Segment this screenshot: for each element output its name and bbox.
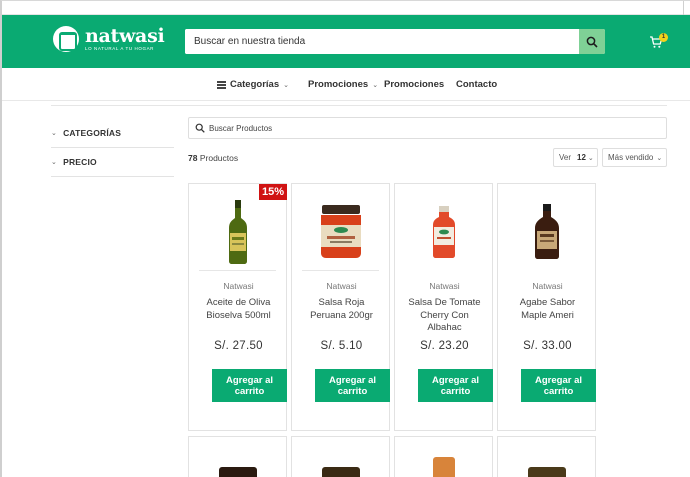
product-title[interactable]: Salsa Roja Peruana 200gr	[302, 297, 381, 322]
logo-icon	[53, 26, 79, 52]
salsa-jar-image	[320, 205, 361, 258]
card-separator	[508, 270, 585, 271]
add-to-cart-button[interactable]: Agregar al carrito	[521, 369, 596, 402]
nav-item-label: Contacto	[456, 79, 498, 90]
product-card[interactable]: Natwasi Salsa Roja Peruana 200gr S/. 5.1…	[291, 183, 390, 431]
search-button[interactable]	[579, 29, 605, 54]
product-card[interactable]: Natwasi Agabe Sabor Maple Ameri S/. 33.0…	[497, 183, 596, 431]
olive-oil-bottle-image	[228, 200, 247, 264]
nav-item-label: Promociones	[384, 79, 445, 90]
product-price: S/. 33.00	[523, 340, 572, 352]
nav-item-contacto[interactable]: Contacto	[456, 79, 497, 90]
page: natwasi LO NATURAL A TU HOGAR 1 Categorí…	[0, 0, 690, 477]
sort-select[interactable]: Más vendido ⌄	[602, 148, 667, 167]
chevron-down-icon: ⌄	[283, 81, 289, 89]
logo-tagline: LO NATURAL A TU HOGAR	[85, 45, 155, 51]
product-count-label: Productos	[199, 153, 239, 163]
discount-badge: 15%	[259, 184, 287, 200]
filter-categorias[interactable]: ⌄ CATEGORÍAS	[51, 119, 174, 148]
tomato-sauce-bottle-image	[432, 206, 455, 258]
add-to-cart-button[interactable]: Agregar al carrito	[315, 369, 390, 402]
add-to-cart-button[interactable]: Agregar al carrito	[212, 369, 287, 402]
product-price: S/. 23.20	[420, 340, 469, 352]
search-icon	[195, 123, 205, 133]
product-search	[188, 117, 667, 139]
product-card[interactable]	[497, 436, 596, 477]
product-image[interactable]	[219, 467, 257, 477]
product-price: S/. 27.50	[214, 340, 263, 352]
sort-value: Más vendido	[608, 153, 654, 162]
chevron-down-icon: ⌄	[656, 154, 663, 162]
product-title[interactable]: Agabe Sabor Maple Ameri	[508, 297, 587, 322]
content-divider	[51, 105, 667, 106]
main-nav: Categorías ⌄ Promociones ⌄ Promociones C…	[2, 68, 690, 101]
product-image[interactable]	[433, 457, 455, 477]
product-image[interactable]	[199, 196, 276, 268]
product-image[interactable]	[405, 196, 482, 268]
cart-button[interactable]: 1	[649, 33, 668, 51]
product-image[interactable]	[508, 196, 585, 268]
cart-count-badge: 1	[659, 33, 668, 42]
chevron-down-icon: ⌄	[372, 81, 379, 89]
filter-sidebar: ⌄ CATEGORÍAS ⌄ PRECIO	[51, 119, 174, 177]
product-brand: Natwasi	[532, 281, 563, 291]
chevron-down-icon: ⌄	[51, 159, 58, 166]
logo[interactable]: natwasi LO NATURAL A TU HOGAR	[53, 24, 165, 52]
product-count-number: 78	[188, 153, 198, 163]
product-card[interactable]	[188, 436, 287, 477]
per-page-label: Ver	[559, 153, 572, 162]
product-brand: Natwasi	[429, 281, 460, 291]
filter-label: PRECIO	[63, 157, 97, 167]
nav-item-label: Categorías	[230, 79, 280, 90]
nav-item-label: Promociones	[308, 79, 369, 90]
nav-item-promociones[interactable]: Promociones	[384, 79, 444, 90]
add-to-cart-button[interactable]: Agregar al carrito	[418, 369, 493, 402]
product-card[interactable]: Natwasi Salsa De Tomate Cherry Con Albah…	[394, 183, 493, 431]
search-icon	[586, 36, 598, 48]
store-search-input[interactable]	[185, 29, 579, 54]
product-card[interactable]	[291, 436, 390, 477]
product-brand: Natwasi	[326, 281, 357, 291]
product-card[interactable]: 15% Natwasi Aceite de Oliva Bioselva 500…	[188, 183, 287, 431]
card-separator	[302, 270, 379, 271]
per-page-value: 12	[577, 153, 586, 162]
agave-syrup-bottle-image	[534, 204, 559, 259]
product-card[interactable]	[394, 436, 493, 477]
product-title[interactable]: Aceite de Oliva Bioselva 500ml	[199, 297, 278, 322]
product-price: S/. 5.10	[320, 340, 363, 352]
per-page-select[interactable]: Ver 12 ⌄	[553, 148, 598, 167]
filter-precio[interactable]: ⌄ PRECIO	[51, 148, 174, 177]
product-brand: Natwasi	[223, 281, 254, 291]
product-image[interactable]	[302, 196, 379, 268]
nav-item-categorias[interactable]: Categorías ⌄	[217, 79, 289, 90]
product-count: 78 Productos	[188, 153, 238, 163]
card-separator	[199, 270, 276, 271]
product-search-input[interactable]	[209, 118, 659, 138]
store-search	[185, 29, 605, 54]
card-separator	[405, 270, 482, 271]
hamburger-icon	[217, 80, 226, 89]
site-header: natwasi LO NATURAL A TU HOGAR 1	[2, 15, 690, 68]
filter-label: CATEGORÍAS	[63, 128, 122, 138]
top-strip	[2, 1, 690, 15]
nav-item-promociones-dropdown[interactable]: Promociones ⌄	[308, 79, 378, 90]
product-image[interactable]	[322, 467, 360, 477]
chevron-down-icon: ⌄	[51, 130, 58, 137]
product-title[interactable]: Salsa De Tomate Cherry Con Albahac	[405, 297, 484, 335]
chevron-down-icon: ⌄	[587, 154, 594, 162]
product-image[interactable]	[528, 467, 566, 477]
logo-name: natwasi	[85, 24, 165, 47]
